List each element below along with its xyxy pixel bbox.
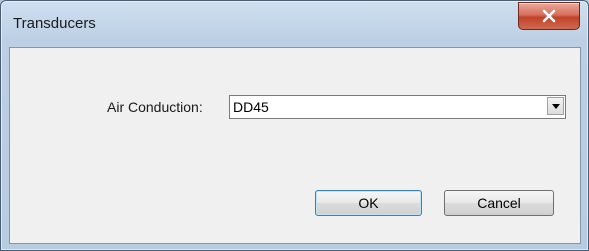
dropdown-button[interactable] <box>547 97 564 115</box>
air-conduction-dropdown[interactable]: DD45 <box>229 95 566 119</box>
close-icon <box>542 9 556 23</box>
chevron-down-icon <box>552 104 560 109</box>
close-button[interactable] <box>518 2 580 30</box>
dialog-content: Air Conduction: DD45 OK Cancel <box>9 47 581 244</box>
air-conduction-value: DD45 <box>233 99 269 115</box>
dialog-window: Transducers Air Conduction: DD45 OK Canc… <box>0 0 589 251</box>
title-bar[interactable]: Transducers <box>1 1 588 47</box>
window-title: Transducers <box>13 15 96 32</box>
cancel-button[interactable]: Cancel <box>444 190 554 216</box>
air-conduction-label: Air Conduction: <box>107 99 203 115</box>
ok-button[interactable]: OK <box>315 190 422 216</box>
